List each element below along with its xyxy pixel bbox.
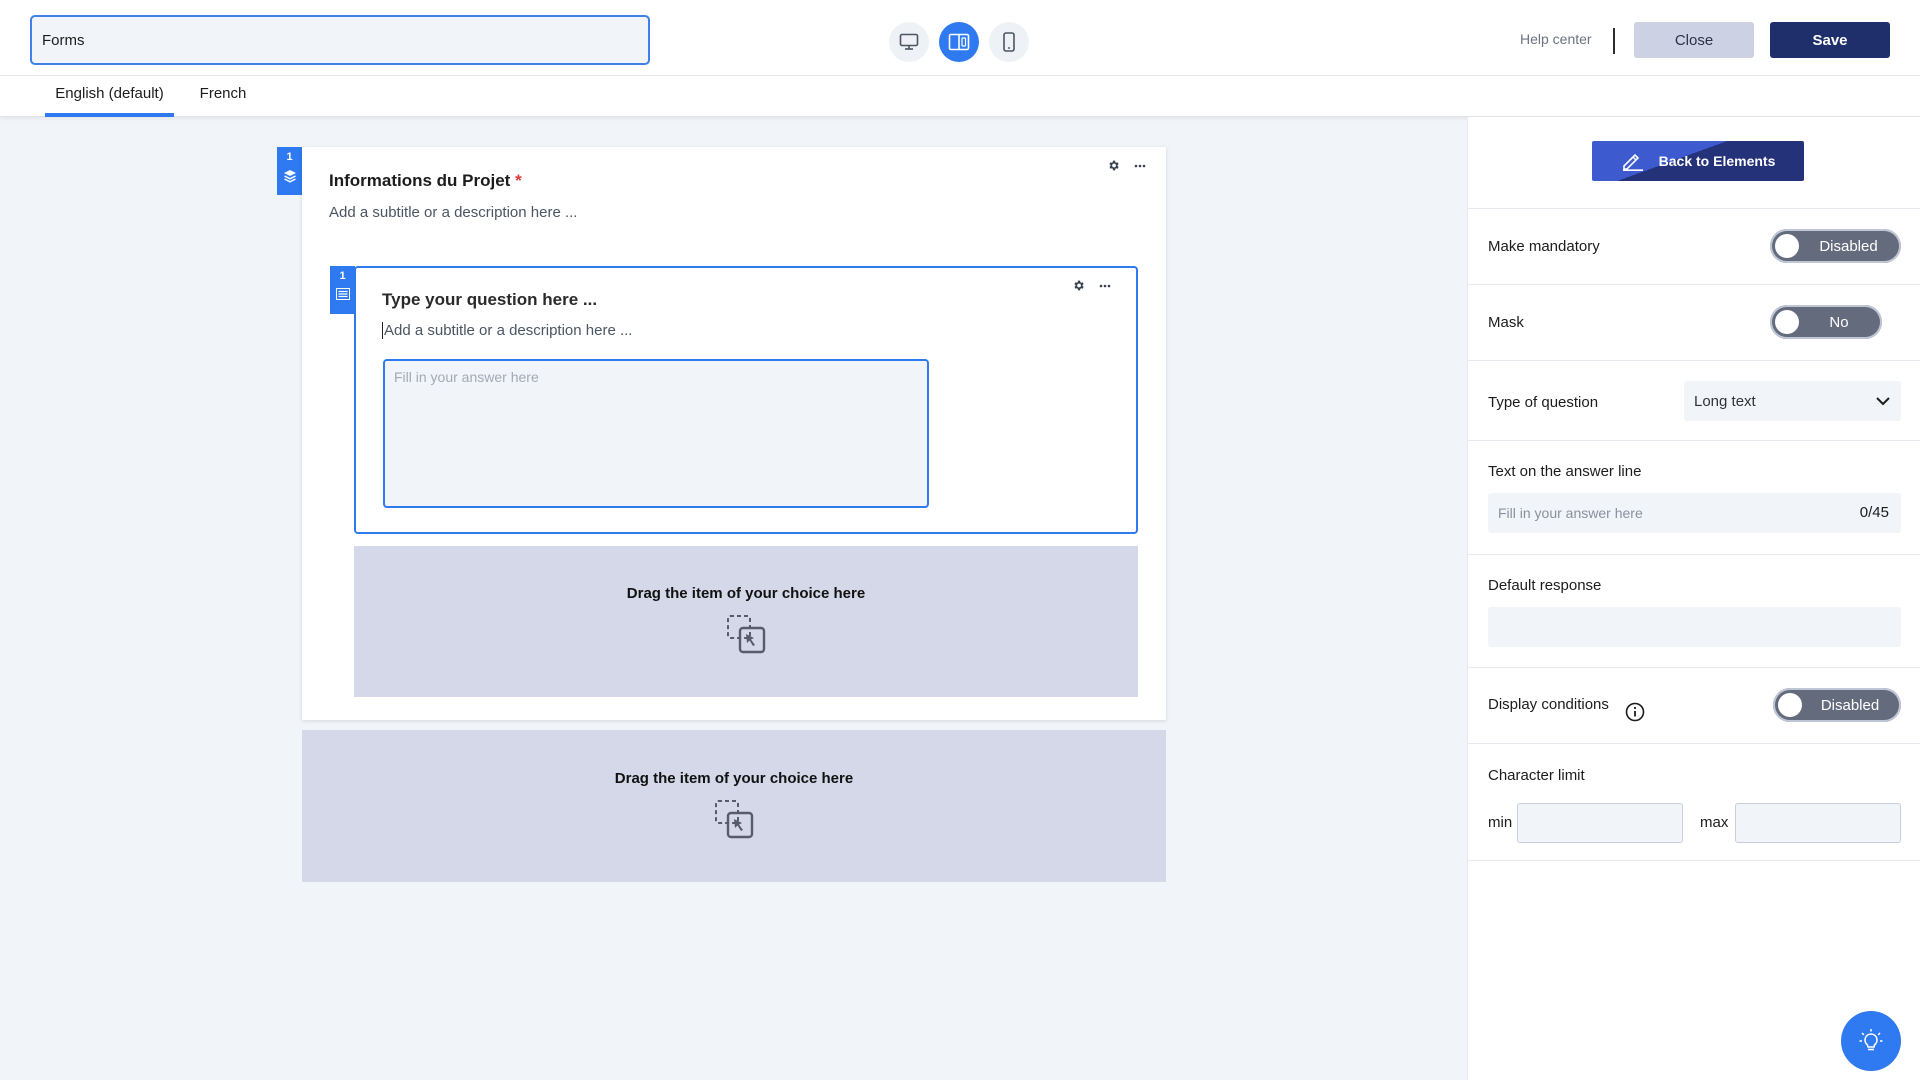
dropzone-label: Drag the item of your choice here	[626, 585, 866, 602]
question-title[interactable]: Type your question here ...	[382, 290, 597, 310]
section-number-badge: 1	[277, 147, 302, 195]
mask-row: Mask No	[1468, 284, 1920, 360]
long-text-icon	[335, 288, 350, 300]
form-name-input[interactable]	[30, 15, 650, 65]
answer-textarea[interactable]	[383, 359, 929, 508]
section-card: Informations du Projet * Add a subtitle …	[302, 147, 1166, 720]
question-number-badge: 1	[330, 266, 355, 314]
outer-dropzone[interactable]: Drag the item of your choice here	[302, 730, 1166, 882]
question-card[interactable]: Type your question here ... Add a subtit…	[354, 266, 1138, 534]
chevron-down-icon	[1876, 397, 1890, 406]
mandatory-toggle[interactable]: Disabled	[1770, 229, 1901, 263]
required-asterisk: *	[515, 171, 522, 190]
section-subtitle[interactable]: Add a subtitle or a description here ...	[329, 204, 577, 221]
back-to-elements-label: Back to Elements	[1658, 153, 1776, 169]
question-subtitle[interactable]: Add a subtitle or a description here ...	[382, 322, 632, 339]
toggle-knob	[1775, 234, 1799, 258]
tab-french[interactable]: French	[194, 76, 252, 117]
settings-gear-icon[interactable]	[1107, 159, 1120, 172]
split-view-icon	[948, 33, 970, 51]
mask-label: Mask	[1488, 314, 1524, 331]
info-icon[interactable]	[1625, 702, 1645, 722]
mandatory-toggle-value: Disabled	[1819, 237, 1878, 255]
mobile-icon	[1003, 32, 1015, 52]
default-response-row: Default response	[1468, 554, 1920, 667]
answer-line-input[interactable]: Fill in your answer here 0/45	[1488, 493, 1901, 533]
display-conditions-label: Display conditions	[1488, 696, 1609, 713]
mandatory-row: Make mandatory Disabled	[1468, 208, 1920, 284]
language-tabs: English (default) French	[0, 76, 1920, 117]
section-title-text: Informations du Projet	[329, 171, 511, 190]
section-title[interactable]: Informations du Projet *	[329, 171, 522, 191]
mandatory-label: Make mandatory	[1488, 238, 1600, 255]
lightbulb-icon	[1859, 1029, 1883, 1051]
character-limit-label: Character limit	[1488, 767, 1585, 784]
edit-pen-icon	[1622, 153, 1643, 171]
question-number: 1	[339, 270, 346, 282]
max-input[interactable]	[1735, 803, 1901, 843]
more-options-icon[interactable]	[1134, 164, 1146, 168]
toggle-knob	[1778, 693, 1802, 717]
answer-line-placeholder: Fill in your answer here	[1498, 505, 1643, 521]
display-conditions-toggle[interactable]: Disabled	[1773, 688, 1901, 722]
desktop-icon	[899, 33, 919, 50]
back-to-elements-button[interactable]: Back to Elements	[1592, 141, 1804, 181]
top-bar: Help center Close Save	[0, 0, 1920, 76]
drag-drop-icon	[715, 800, 754, 839]
default-response-input[interactable]	[1488, 607, 1901, 647]
answer-line-row: Text on the answer line Fill in your ans…	[1468, 440, 1920, 554]
section-number: 1	[286, 151, 293, 163]
close-button[interactable]: Close	[1634, 22, 1754, 58]
question-type-row: Type of question Long text	[1468, 360, 1920, 440]
question-type-select[interactable]: Long text	[1684, 381, 1901, 421]
toggle-knob	[1775, 310, 1799, 334]
settings-gear-icon[interactable]	[1072, 279, 1085, 292]
min-label: min	[1488, 814, 1513, 831]
mask-toggle-value: No	[1829, 313, 1849, 331]
character-limit-row: Character limit min max	[1468, 743, 1920, 861]
save-button[interactable]: Save	[1770, 22, 1890, 58]
drag-drop-icon	[727, 615, 766, 654]
question-type-label: Type of question	[1488, 394, 1599, 411]
tips-button[interactable]	[1841, 1011, 1901, 1071]
mask-toggle[interactable]: No	[1770, 305, 1882, 339]
view-mode-switch	[889, 22, 1029, 62]
default-response-label: Default response	[1488, 577, 1602, 594]
min-input[interactable]	[1517, 803, 1683, 843]
divider	[1613, 28, 1615, 54]
desktop-view-button[interactable]	[889, 22, 929, 62]
display-conditions-row: Display conditions Disabled	[1468, 667, 1920, 743]
tab-english[interactable]: English (default)	[45, 76, 174, 117]
split-view-button[interactable]	[939, 22, 979, 62]
help-center-link[interactable]: Help center	[1520, 31, 1592, 47]
max-label: max	[1700, 814, 1729, 831]
dropzone-label: Drag the item of your choice here	[614, 770, 854, 787]
more-options-icon[interactable]	[1099, 284, 1111, 288]
answer-line-label: Text on the answer line	[1488, 463, 1642, 480]
character-counter: 0/45	[1859, 504, 1889, 521]
question-tools	[1072, 279, 1111, 292]
inner-dropzone[interactable]: Drag the item of your choice here	[354, 546, 1138, 697]
properties-panel: Back to Elements Make mandatory Disabled…	[1467, 117, 1920, 1080]
mobile-view-button[interactable]	[989, 22, 1029, 62]
question-type-value: Long text	[1694, 392, 1756, 410]
section-tools	[1107, 159, 1146, 172]
display-conditions-value: Disabled	[1820, 696, 1880, 714]
layers-icon	[283, 170, 296, 183]
